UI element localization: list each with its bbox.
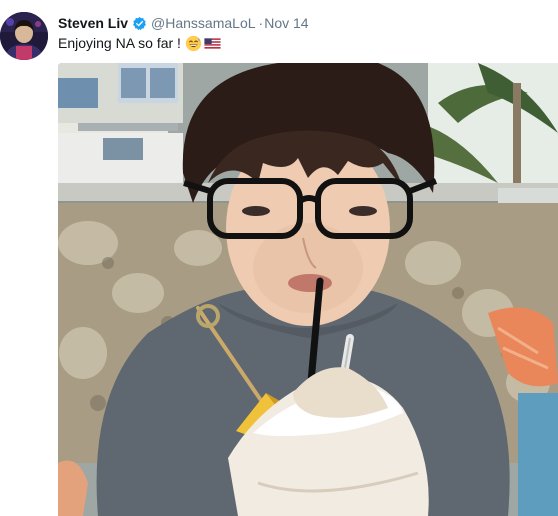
- tweet-card[interactable]: Steven Liv @HanssamaLoL · Nov 14 Enjoyin…: [0, 0, 558, 516]
- us-flag-emoji-icon: [204, 35, 221, 52]
- tweet-text: Enjoying NA so far !: [58, 35, 181, 51]
- user-avatar[interactable]: [0, 12, 48, 60]
- verified-badge-icon: [132, 16, 147, 31]
- header-separator: ·: [258, 15, 264, 31]
- tweet-photo[interactable]: [58, 63, 558, 516]
- tweet-header: Steven Liv @HanssamaLoL · Nov 14: [58, 13, 309, 33]
- author-name[interactable]: Steven Liv: [58, 13, 128, 33]
- grinning-sweat-emoji-icon: [185, 35, 202, 52]
- tweet-date[interactable]: Nov 14: [264, 13, 308, 33]
- author-handle[interactable]: @HanssamaLoL: [151, 13, 256, 33]
- tweet-body: Enjoying NA so far !: [58, 33, 221, 53]
